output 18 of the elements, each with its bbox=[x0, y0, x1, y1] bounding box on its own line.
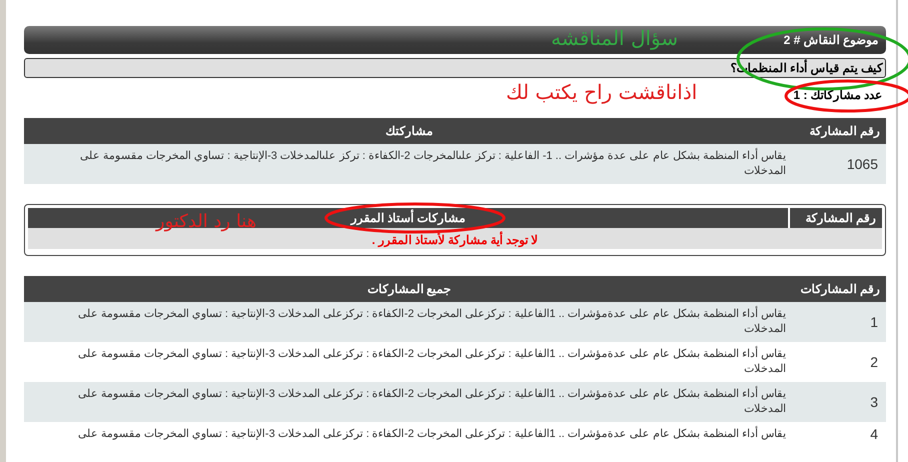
post-number: 1065 bbox=[794, 144, 886, 184]
post-number: 1 bbox=[794, 302, 886, 342]
post-count: عدد مشاركاتك : 1 bbox=[793, 88, 882, 102]
column-header: رقم المشاركة bbox=[789, 208, 882, 228]
annotation-text: اذاناقشت راح يكتب لك bbox=[506, 80, 698, 104]
column-header: جميع المشاركات bbox=[24, 276, 794, 302]
post-text: يقاس أداء المنظمة بشكل عام على عدةمؤشرات .. 1الفاعلية : تركزعلى المخرجات 2-الكفاءة : تركزعلى المدخلات 3-الإنتاجية : تساوي المخرجات مقسومة على المدخلات bbox=[24, 302, 794, 342]
post-text: يقاس أداء المنظمة بشكل عام على عدةمؤشرات .. 1الفاعلية : تركزعلى المخرجات 2-الكفاءة : تركزعلى المدخلات 3-الإنتاجية : تساوي المخرجات مقسومة على المدخلات bbox=[24, 342, 794, 382]
column-header: رقم المشاركات bbox=[794, 276, 886, 302]
post-number: 2 bbox=[794, 342, 886, 382]
column-header: مشاركتك bbox=[24, 118, 794, 144]
column-header: رقم المشاركة bbox=[794, 118, 886, 144]
post-text: يقاس أداء المنظمة بشكل عام على عدةمؤشرات .. 1الفاعلية : تركزعلى المخرجات 2-الكفاءة : تركزعلى المدخلات 3-الإنتاجية : تساوي المخرجات مقسومة على المدخلات bbox=[24, 382, 794, 422]
post-number: 3 bbox=[794, 382, 886, 422]
post-number: 4 bbox=[794, 422, 886, 447]
post-text: يقاس أداء المنظمة بشكل عام على عدة مؤشرات .. 1- الفاعلية : تركز علىالمخرجات 2-الكفاءة : تركز علىالمدخلات 3-الإنتاجية : تساوي المخرجات مقسومة على المدخلات bbox=[24, 144, 794, 184]
post-text: يقاس أداء المنظمة بشكل عام على عدةمؤشرات .. 1الفاعلية : تركزعلى المخرجات 2-الكفاءة : تركزعلى المدخلات 3-الإنتاجية : تساوي المخرجات مقسومة على bbox=[24, 422, 794, 447]
annotation-text: سؤال المناقشه bbox=[551, 26, 678, 50]
